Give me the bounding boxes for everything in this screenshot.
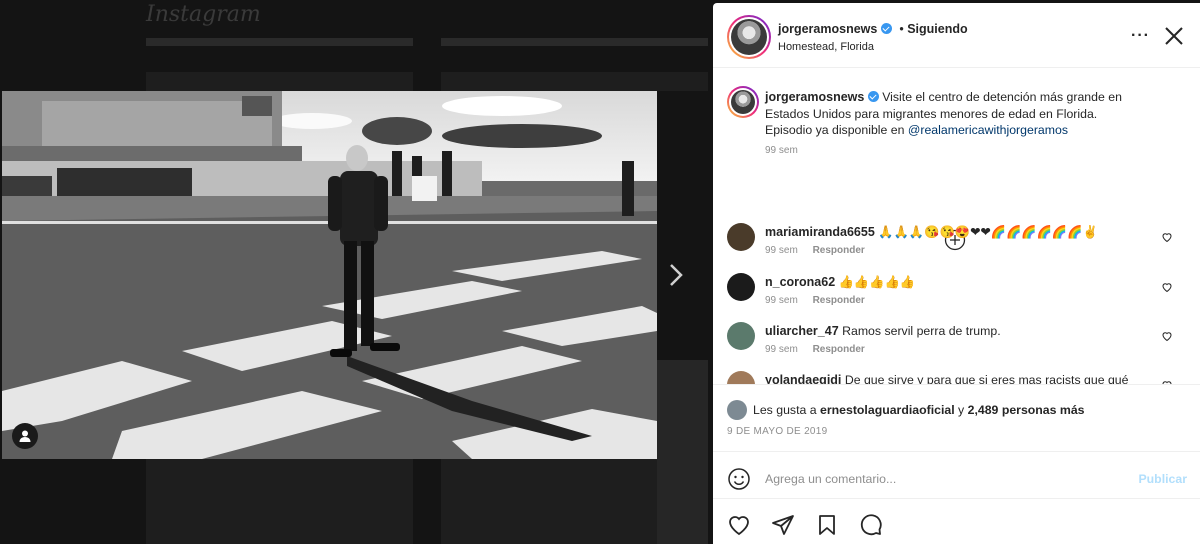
comment-body: De que sirve y para que si eres mas raci… xyxy=(844,373,1129,384)
bg-feed-tile xyxy=(441,459,657,544)
comment-username[interactable]: yolandaegidi xyxy=(765,373,841,384)
avatar[interactable] xyxy=(727,400,747,420)
instagram-logo: Instagram xyxy=(146,2,261,27)
follow-status[interactable]: Siguiendo xyxy=(907,22,967,36)
comment-meta: 99 sem Responder xyxy=(765,344,865,355)
comment-input[interactable]: Agrega un comentario... xyxy=(765,472,1138,486)
comment-text: n_corona62 👍👍👍👍👍 xyxy=(765,275,1145,290)
add-comment-row: Agrega un comentario... Publicar xyxy=(727,466,1187,492)
comment-item: n_corona62 👍👍👍👍👍 99 sem Responder xyxy=(713,273,1200,321)
more-horizontal-icon: ··· xyxy=(1131,27,1150,44)
likes-summary[interactable]: Les gusta a ernestolaguardiaoficial y 2,… xyxy=(727,400,1085,420)
caption-mention-link[interactable]: @realamericawithjorgeramos xyxy=(908,123,1068,137)
user-icon xyxy=(19,430,31,442)
caption-text: jorgeramosnews Visite el centro de deten… xyxy=(765,89,1140,139)
comment-body: 👍👍👍👍👍 xyxy=(838,275,916,289)
comment-text: mariamiranda6655 🙏🙏🙏😘😘😍❤❤🌈🌈🌈🌈🌈🌈✌ xyxy=(765,225,1145,240)
divider xyxy=(713,451,1200,452)
comment-item: mariamiranda6655 🙏🙏🙏😘😘😍❤❤🌈🌈🌈🌈🌈🌈✌ 99 sem … xyxy=(713,223,1200,271)
likes-count[interactable]: 2,489 personas más xyxy=(968,403,1085,417)
avatar[interactable] xyxy=(727,15,771,59)
divider xyxy=(713,498,1200,499)
likes-middle: y xyxy=(954,403,968,417)
post-username[interactable]: jorgeramosnews xyxy=(778,22,877,36)
comment-username[interactable]: mariamiranda6655 xyxy=(765,225,875,239)
verified-icon xyxy=(867,91,879,102)
avatar[interactable] xyxy=(727,86,759,118)
reply-button[interactable]: Responder xyxy=(813,245,865,256)
post-actions xyxy=(727,513,883,537)
comment-username[interactable]: uliarcher_47 xyxy=(765,324,839,338)
post-header: jorgeramosnews • Siguiendo Homestead, Fl… xyxy=(713,3,1200,68)
comment-meta: 99 sem Responder xyxy=(765,245,865,256)
reply-button[interactable]: Responder xyxy=(813,344,865,355)
next-post-arrow[interactable] xyxy=(664,260,688,290)
caption-time[interactable]: 99 sem xyxy=(765,145,798,156)
avatar[interactable] xyxy=(727,273,755,301)
comment-text: yolandaegidi De que sirve y para que si … xyxy=(765,373,1145,384)
avatar[interactable] xyxy=(727,371,755,384)
heart-icon[interactable] xyxy=(1161,330,1173,342)
publish-button[interactable]: Publicar xyxy=(1138,472,1187,486)
post-photo[interactable] xyxy=(2,91,657,459)
avatar[interactable] xyxy=(727,223,755,251)
comment-item: yolandaegidi De que sirve y para que si … xyxy=(713,371,1200,384)
post-date[interactable]: 9 DE MAYO DE 2019 xyxy=(727,426,828,437)
verified-icon xyxy=(880,23,892,34)
comment-icon[interactable] xyxy=(859,513,883,537)
comment-time[interactable]: 99 sem xyxy=(765,245,798,256)
comment-time[interactable]: 99 sem xyxy=(765,295,798,306)
bg-feed-tile xyxy=(441,72,708,91)
caption-username[interactable]: jorgeramosnews xyxy=(765,90,864,104)
chevron-right-icon xyxy=(670,264,683,286)
separator: • xyxy=(899,22,904,36)
avatar[interactable] xyxy=(727,322,755,350)
heart-icon[interactable] xyxy=(1161,231,1173,243)
likes-user[interactable]: ernestolaguardiaoficial xyxy=(820,403,955,417)
comment-time[interactable]: 99 sem xyxy=(765,344,798,355)
bg-feed-tile xyxy=(657,360,708,544)
divider xyxy=(713,384,1200,385)
close-button[interactable] xyxy=(1163,25,1185,47)
close-icon xyxy=(1165,27,1183,45)
comment-item: uliarcher_47 Ramos servil perra de trump… xyxy=(713,322,1200,370)
comment-body: Ramos servil perra de trump. xyxy=(842,324,1001,338)
post-location[interactable]: Homestead, Florida xyxy=(778,41,874,53)
comment-username[interactable]: n_corona62 xyxy=(765,275,835,289)
emoji-icon[interactable] xyxy=(727,467,751,491)
reply-button[interactable]: Responder xyxy=(813,295,865,306)
comment-meta: 99 sem Responder xyxy=(765,295,865,306)
share-icon[interactable] xyxy=(771,513,795,537)
bookmark-icon[interactable] xyxy=(815,513,839,537)
heart-icon[interactable] xyxy=(727,513,751,537)
likes-prefix: Les gusta a xyxy=(753,403,817,417)
post-detail-panel: jorgeramosnews • Siguiendo Homestead, Fl… xyxy=(713,3,1200,544)
comment-body: 🙏🙏🙏😘😘😍❤❤🌈🌈🌈🌈🌈🌈✌ xyxy=(878,225,1098,239)
bg-feed-bar xyxy=(441,38,708,46)
more-options-button[interactable]: ··· xyxy=(1131,27,1150,45)
bg-feed-bar xyxy=(146,38,413,46)
comment-text: uliarcher_47 Ramos servil perra de trump… xyxy=(765,324,1145,338)
bg-feed-tile xyxy=(146,72,413,91)
bg-feed-tile xyxy=(146,459,413,544)
user-tag-button[interactable] xyxy=(12,423,38,449)
heart-icon[interactable] xyxy=(1161,281,1173,293)
